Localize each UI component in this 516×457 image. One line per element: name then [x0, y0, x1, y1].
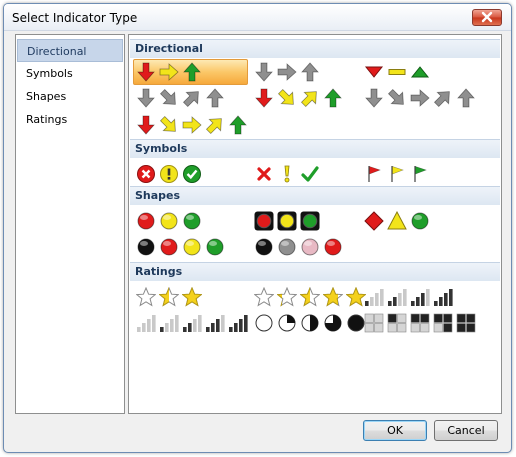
category-list: Directional Symbols Shapes Ratings — [15, 34, 125, 414]
bars-4-icon — [229, 315, 248, 332]
circle-pink-icon — [301, 238, 319, 256]
arrow-right-yellow-icon — [182, 116, 202, 134]
exclamation-yellow-icon — [284, 165, 290, 183]
star-half-icon — [300, 287, 320, 307]
bars-2-icon — [183, 315, 202, 332]
close-icon — [481, 11, 493, 23]
arrow-up-gray-icon — [206, 88, 224, 108]
traffic-light-green-icon — [300, 211, 320, 231]
dialog-title: Select Indicator Type — [12, 11, 138, 25]
star-empty-icon — [136, 287, 156, 307]
quarters-1-icon — [278, 314, 296, 332]
ok-button[interactable]: OK — [363, 420, 427, 441]
arrow-right-gray-icon — [410, 89, 430, 107]
bars-2-icon — [388, 289, 407, 306]
arrow-up-right-yellow-icon — [205, 118, 222, 135]
flag-red-icon — [368, 166, 381, 182]
arrow-down-right-yellow-icon — [277, 88, 294, 105]
arrow-up-green-icon — [229, 115, 247, 135]
boxes-2-icon — [410, 313, 430, 333]
section-header-ratings: Ratings — [130, 262, 500, 281]
boxes-0-icon — [364, 313, 384, 333]
traffic-light-red-icon — [254, 211, 274, 231]
sidebar-item-directional[interactable]: Directional — [17, 39, 123, 62]
circle-exclamation-yellow-icon — [160, 165, 178, 183]
boxes-4-icon — [456, 313, 476, 333]
star-full-icon — [182, 287, 202, 307]
arrow-up-gray-icon — [301, 62, 319, 82]
arrow-down-right-gray-icon — [159, 88, 176, 105]
arrow-down-red-icon — [255, 88, 273, 108]
circle-gray-icon — [278, 238, 296, 256]
bars-3-icon — [206, 315, 225, 332]
circle-check-green-icon — [183, 165, 201, 183]
circle-red-icon — [324, 238, 342, 256]
section-header-shapes: Shapes — [130, 186, 500, 205]
traffic-light-yellow-icon — [277, 211, 297, 231]
quarters-0-icon — [255, 314, 273, 332]
arrow-down-gray-icon — [137, 88, 155, 108]
star-quarter-icon — [277, 287, 297, 307]
bars-0-icon — [137, 315, 156, 332]
arrow-right-gray-icon — [277, 63, 297, 81]
bars-1-icon — [365, 289, 384, 306]
arrow-down-gray-icon — [255, 62, 273, 82]
sidebar-item-ratings[interactable]: Ratings — [17, 108, 123, 131]
indicator-gallery: Directional Symbols Shapes Ratings — [128, 34, 502, 414]
circle-black-icon — [255, 238, 273, 256]
section-label: Directional — [135, 42, 203, 55]
flag-yellow-icon — [391, 166, 404, 182]
boxes-1-icon — [387, 313, 407, 333]
arrow-down-right-yellow-icon — [159, 115, 176, 132]
circle-x-red-icon — [137, 165, 155, 183]
arrow-up-right-yellow-icon — [300, 91, 317, 108]
arrow-down-right-gray-icon — [387, 88, 404, 105]
dash-yellow-icon — [388, 69, 406, 75]
triangle-down-red-icon — [364, 66, 384, 78]
star-half-icon — [159, 287, 179, 307]
section-label: Shapes — [135, 189, 181, 202]
circle-yellow-icon — [183, 238, 201, 256]
section-header-directional: Directional — [130, 39, 500, 58]
circle-green-icon — [206, 238, 224, 256]
section-header-symbols: Symbols — [130, 139, 500, 158]
sidebar-item-symbols[interactable]: Symbols — [17, 62, 123, 85]
cancel-button[interactable]: Cancel — [434, 420, 498, 441]
arrow-down-red-icon — [137, 115, 155, 135]
section-label: Ratings — [135, 265, 183, 278]
check-green-icon — [301, 166, 319, 182]
arrow-up-green-icon — [324, 88, 342, 108]
title-bar: Select Indicator Type — [4, 4, 511, 31]
circle-green-icon — [183, 212, 201, 230]
arrow-right-yellow-icon — [159, 63, 179, 81]
bars-4-icon — [434, 289, 453, 306]
x-red-icon — [257, 167, 271, 181]
quarters-2-icon — [301, 314, 319, 332]
arrow-up-right-gray-icon — [433, 91, 450, 108]
arrow-down-gray-icon — [365, 88, 383, 108]
triangle-up-green-icon — [410, 66, 430, 78]
bars-1-icon — [160, 315, 179, 332]
arrow-down-red-icon — [137, 62, 155, 82]
star-empty-icon — [254, 287, 274, 307]
triangle-yellow-icon — [387, 211, 407, 230]
sidebar-item-shapes[interactable]: Shapes — [17, 85, 123, 108]
close-button[interactable] — [472, 9, 502, 26]
bars-3-icon — [411, 289, 430, 306]
select-indicator-type-dialog: Select Indicator Type Directional Symbol… — [3, 3, 512, 453]
arrow-up-gray-icon — [457, 88, 475, 108]
circle-red-icon — [137, 212, 155, 230]
circle-red-icon — [160, 238, 178, 256]
arrow-up-right-gray-icon — [182, 91, 199, 108]
circle-green-icon — [411, 212, 429, 230]
circle-black-icon — [137, 238, 155, 256]
circle-yellow-icon — [160, 212, 178, 230]
quarters-3-icon — [324, 314, 342, 332]
diamond-red-icon — [364, 211, 384, 231]
arrow-up-green-icon — [183, 62, 201, 82]
flag-green-icon — [414, 166, 427, 182]
star-three-quarter-icon — [323, 287, 343, 307]
section-label: Symbols — [135, 142, 188, 155]
boxes-3-icon — [433, 313, 453, 333]
